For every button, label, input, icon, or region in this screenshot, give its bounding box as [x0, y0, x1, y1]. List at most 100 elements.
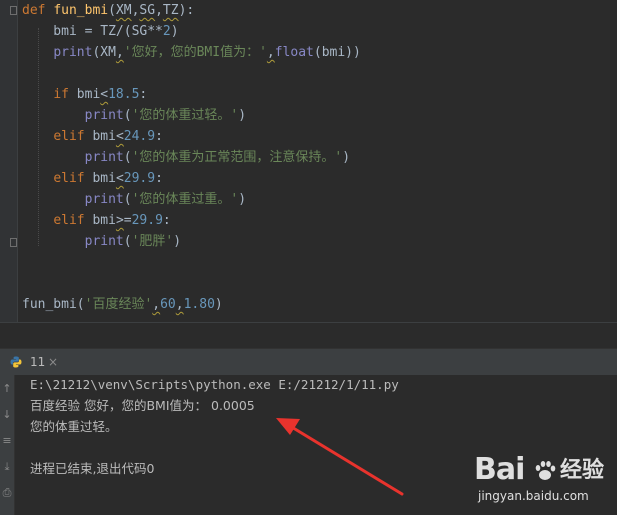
- code-token: <: [115, 129, 124, 144]
- code-token: 1.80: [183, 297, 215, 312]
- code-line[interactable]: if bmi<18.5:: [22, 84, 147, 105]
- code-token: def: [22, 3, 54, 18]
- code-editor[interactable]: def fun_bmi(XM,SG,TZ): bmi = TZ/(SG**2) …: [0, 0, 617, 322]
- code-token: ): [342, 150, 351, 165]
- code-token: ): [238, 108, 247, 123]
- code-token: :: [162, 213, 171, 228]
- code-token: bmi: [76, 87, 101, 102]
- code-token: bmi: [92, 129, 116, 144]
- console-output-line: 百度经验 您好，您的BMI值为： 0.0005: [30, 398, 255, 413]
- code-line[interactable]: print('您的体重过轻。'): [22, 105, 246, 126]
- code-token: 60: [160, 297, 176, 312]
- fold-marker-icon[interactable]: [10, 6, 17, 15]
- code-token: print: [84, 150, 124, 165]
- code-token: :: [155, 171, 163, 186]
- code-line[interactable]: print(XM,'您好，您的BMI值为：',float(bmi)): [22, 42, 361, 63]
- code-token: 29.9: [131, 213, 163, 228]
- code-token: ,: [266, 45, 275, 60]
- code-token: print: [84, 192, 124, 207]
- code-token: 24.9: [123, 129, 156, 144]
- code-token: print: [84, 234, 124, 249]
- code-token: elif: [53, 129, 93, 144]
- code-token: ,: [152, 297, 161, 312]
- python-icon: [10, 356, 22, 368]
- code-token: float: [274, 45, 314, 60]
- code-token: fun_bmi: [53, 3, 109, 18]
- run-side-toolbar: ↑ ↓ ≡ ⤓ ⎙: [0, 375, 15, 515]
- console-command-line: E:\21212\venv\Scripts\python.exe E:/2121…: [30, 377, 399, 392]
- code-token: bmi = TZ/(SG**: [22, 24, 163, 39]
- code-token: >: [115, 213, 124, 228]
- code-line[interactable]: def fun_bmi(XM,SG,TZ):: [22, 0, 194, 21]
- soft-wrap-icon[interactable]: ≡: [1, 435, 13, 447]
- code-token: ,: [175, 297, 184, 312]
- code-token: (XM: [92, 45, 116, 60]
- code-token: (bmi)): [313, 45, 361, 60]
- code-line[interactable]: elif bmi<24.9:: [22, 126, 163, 147]
- code-token: ):: [178, 3, 195, 18]
- code-line[interactable]: bmi = TZ/(SG**2): [22, 21, 179, 42]
- scroll-to-end-icon[interactable]: ⤓: [1, 461, 13, 473]
- code-token: (: [123, 192, 132, 207]
- code-token: bmi: [92, 171, 116, 186]
- code-token: TZ: [162, 3, 179, 18]
- code-token: 18.5: [108, 87, 140, 102]
- baidu-paw-icon: [535, 461, 556, 480]
- code-token: (: [123, 150, 132, 165]
- code-line[interactable]: print('肥胖'): [22, 231, 181, 252]
- code-line[interactable]: elif bmi>=29.9:: [22, 210, 171, 231]
- code-token: SG: [139, 3, 156, 18]
- code-token: 29.9: [123, 171, 156, 186]
- code-token: elif: [53, 171, 93, 186]
- code-token: '您的体重为正常范围，注意保持。': [131, 150, 343, 165]
- editor-gutter: [0, 0, 18, 322]
- code-token: ): [170, 24, 179, 39]
- code-token: if: [53, 87, 77, 102]
- editor-bottom-spacer: [0, 322, 617, 349]
- code-token: print: [84, 108, 124, 123]
- code-token: bmi: [92, 213, 116, 228]
- code-token: :: [139, 87, 148, 102]
- scroll-up-icon[interactable]: ↑: [1, 383, 13, 395]
- code-token: elif: [53, 213, 93, 228]
- code-token: ,: [115, 45, 124, 60]
- code-token: '肥胖': [131, 234, 174, 249]
- code-line[interactable]: print('您的体重过重。'): [22, 189, 246, 210]
- console-output-line: 您的体重过轻。: [30, 419, 118, 434]
- code-token: print: [53, 45, 93, 60]
- code-token: ): [173, 234, 182, 249]
- run-tab-label[interactable]: 11: [30, 349, 45, 376]
- fold-marker-icon[interactable]: [10, 238, 17, 247]
- code-token: '您的体重过轻。': [131, 108, 239, 123]
- code-token: <: [100, 87, 109, 102]
- code-token: (: [123, 234, 132, 249]
- run-tab-close-icon[interactable]: ×: [48, 349, 58, 376]
- code-token: fun_bmi(: [22, 297, 85, 312]
- code-token: :: [155, 129, 163, 144]
- code-line[interactable]: print('您的体重为正常范围，注意保持。'): [22, 147, 350, 168]
- code-token: =: [123, 213, 132, 228]
- scroll-down-icon[interactable]: ↓: [1, 409, 13, 421]
- code-line[interactable]: fun_bmi('百度经验',60,1.80): [22, 294, 223, 315]
- watermark-url: jingyan.baidu.com: [478, 489, 589, 503]
- code-token: ): [214, 297, 223, 312]
- code-line[interactable]: elif bmi<29.9:: [22, 168, 163, 189]
- code-token: '百度经验': [84, 297, 153, 312]
- code-token: <: [115, 171, 124, 186]
- code-token: (: [123, 108, 132, 123]
- code-token: ,: [155, 3, 163, 18]
- run-tool-window-header: 11 ×: [0, 348, 617, 376]
- watermark-brand-suffix: 经验: [560, 458, 605, 483]
- print-icon[interactable]: ⎙: [1, 487, 13, 499]
- code-token: '您的体重过重。': [131, 192, 239, 207]
- code-token: 2: [162, 24, 171, 39]
